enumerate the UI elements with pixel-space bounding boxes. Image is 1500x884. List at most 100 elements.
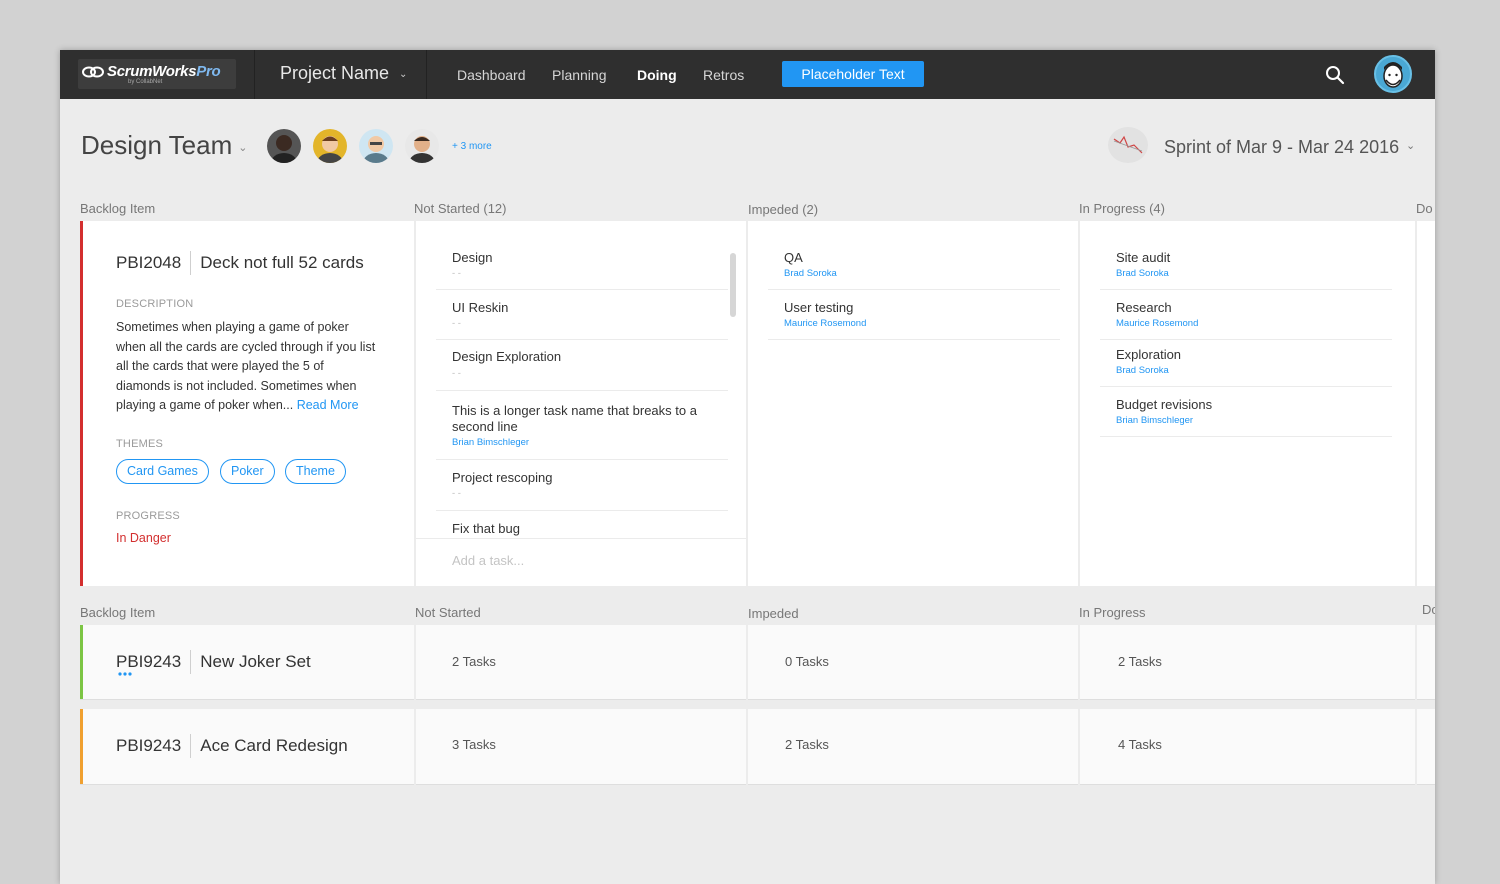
impeded-cell[interactable]: 0 Tasks [748,625,1078,700]
column-header-not-started: Not Started [415,605,481,620]
pbi-heading: PBI9243 New Joker Set [116,650,311,674]
task-item[interactable]: UI Reskin - - [436,290,728,340]
task-item[interactable]: Design - - [436,240,728,290]
impeded-cell[interactable]: 2 Tasks [748,709,1078,785]
task-assignee: Brian Bimschleger [452,437,530,448]
task-assignee: - - [452,268,461,279]
done-column [1417,221,1435,586]
scrollbar[interactable] [730,253,736,317]
person-icon [271,135,297,163]
task-item[interactable]: Research Maurice Rosemond [1100,290,1392,340]
team-member-avatar[interactable] [267,129,301,163]
project-selector[interactable]: Project Name ⌄ [280,63,407,84]
backlog-item-row[interactable]: PBI9243 New Joker Set [80,625,414,700]
description-text: Sometimes when playing a game of poker w… [116,320,376,413]
task-name: Project rescoping [452,470,553,485]
task-count: 4 Tasks [1118,737,1162,752]
team-member-avatar[interactable] [359,129,393,163]
pbi-title: New Joker Set [200,652,311,671]
task-name: Budget revisions [1116,397,1213,412]
column-header-in-progress: In Progress (4) [1079,201,1165,216]
burndown-chart-icon[interactable] [1108,127,1148,163]
divider [254,50,255,99]
team-selector[interactable]: Design Team ⌄ [81,130,247,161]
task-item[interactable]: Design Exploration - - [436,340,728,391]
task-count: 3 Tasks [452,737,496,752]
task-item[interactable]: User testing Maurice Rosemond [768,290,1060,340]
project-name: Project Name [280,63,390,83]
task-item[interactable]: Exploration Brad Soroka [1100,340,1392,387]
chevron-down-icon[interactable]: ⌄ [1406,139,1415,152]
not-started-cell[interactable]: 2 Tasks [416,625,746,700]
more-dots-icon[interactable] [118,672,134,676]
pbi-id: PBI9243 [116,652,182,671]
nav-planning[interactable]: Planning [552,67,607,83]
task-item[interactable]: Budget revisions Brian Bimschleger [1100,387,1392,437]
divider [190,251,192,275]
person-icon [363,136,389,163]
pbi-heading: PBI2048 Deck not full 52 cards [116,251,364,275]
scrumworks-logo[interactable]: ScrumWorksPro by CollabNet [78,59,236,89]
done-cell[interactable] [1417,709,1435,785]
task-assignee: - - [452,488,461,499]
not-started-column: Design - - UI Reskin - - Design Explorat… [416,221,746,586]
task-item[interactable]: Fix that bug [436,511,728,541]
theme-chip[interactable]: Theme [285,459,346,484]
task-name: Research [1116,300,1172,315]
task-name: Design [452,250,493,265]
task-count: 2 Tasks [785,737,829,752]
read-more-link[interactable]: Read More [297,398,359,412]
top-navigation-bar: ScrumWorksPro by CollabNet Project Name ⌄… [60,50,1435,99]
nav-dashboard[interactable]: Dashboard [457,67,526,83]
add-task-input[interactable] [452,553,722,568]
task-name: User testing [784,300,854,315]
person-icon [409,136,435,163]
task-name: Site audit [1116,250,1171,265]
user-avatar[interactable] [1374,55,1412,93]
search-icon[interactable] [1324,64,1346,86]
task-name: QA [784,250,803,265]
backlog-item-row[interactable]: PBI9243 Ace Card Redesign [80,709,414,785]
task-item[interactable]: QA Brad Soroka [768,240,1060,290]
task-name: Fix that bug [452,521,520,536]
task-assignee: Maurice Rosemond [1116,318,1199,329]
sprint-selector[interactable]: Sprint of Mar 9 - Mar 24 2016 [1164,137,1399,158]
app-window: ScrumWorksPro by CollabNet Project Name ⌄… [60,50,1435,884]
team-member-avatar[interactable] [405,129,439,163]
in-progress-cell[interactable]: 4 Tasks [1080,709,1415,785]
themes-label: THEMES [116,438,164,450]
done-cell[interactable] [1417,625,1435,700]
nav-retros[interactable]: Retros [703,67,744,83]
task-item[interactable]: Site audit Brad Soroka [1100,240,1392,290]
column-header-impeded: Impeded [748,606,799,621]
not-started-cell[interactable]: 3 Tasks [416,709,746,785]
person-icon [317,136,343,163]
column-header-backlog: Backlog Item [80,605,156,620]
team-member-avatar[interactable] [313,129,347,163]
progress-label: PROGRESS [116,510,180,522]
column-header-done: Do [1422,602,1435,617]
theme-chip[interactable]: Card Games [116,459,209,484]
pbi-heading: PBI9243 Ace Card Redesign [116,734,348,758]
placeholder-button[interactable]: Placeholder Text [782,61,924,87]
task-assignee: Brad Soroka [784,268,837,279]
in-progress-cell[interactable]: 2 Tasks [1080,625,1415,700]
user-face-icon [1383,62,1403,88]
theme-chip[interactable]: Poker [220,459,275,484]
divider [426,50,427,99]
column-header-impeded: Impeded (2) [748,202,819,217]
more-members-link[interactable]: + 3 more [452,141,492,152]
task-item[interactable]: This is a longer task name that breaks t… [436,391,728,460]
add-task-row [416,538,746,583]
nav-doing[interactable]: Doing [637,67,677,83]
pbi-id: PBI2048 [116,253,182,272]
pbi-title: Ace Card Redesign [200,736,348,755]
task-name: Design Exploration [452,349,562,364]
chevron-down-icon: ⌄ [399,68,408,80]
divider [190,734,192,758]
description-label: DESCRIPTION [116,298,194,310]
task-item[interactable]: Project rescoping - - [436,460,728,511]
logo-text: ScrumWorksPro [107,63,221,80]
status-stripe [80,709,83,784]
task-count: 0 Tasks [785,654,829,669]
